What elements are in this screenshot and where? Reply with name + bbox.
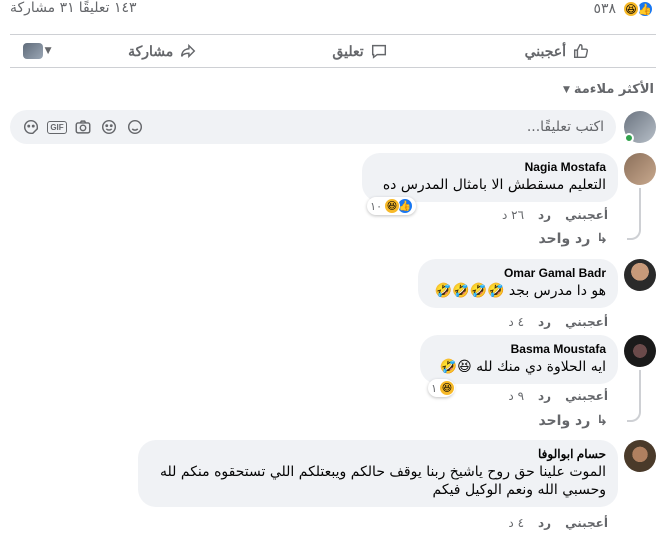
avatar-sticker-icon[interactable]: [126, 118, 144, 136]
commenter-avatar[interactable]: [624, 335, 656, 367]
camera-icon[interactable]: [74, 118, 92, 136]
comment-meta: أعجبني رد ٩ د: [508, 389, 608, 403]
composer-tools: GIF: [22, 118, 144, 136]
haha-reaction-icon: 😆: [439, 380, 455, 396]
comment-input-box[interactable]: GIF: [10, 110, 616, 144]
chevron-down-icon: ▼: [44, 46, 52, 56]
replies-label: رد واحد: [538, 231, 591, 247]
comment-like-link[interactable]: أعجبني: [565, 315, 608, 329]
post-action-bar: أعجبني تعليق مشاركة ▼: [10, 34, 656, 68]
comment-author[interactable]: Omar Gamal Badr: [430, 266, 606, 280]
comment-reply-link[interactable]: رد: [538, 208, 551, 222]
caret-down-icon: ▼: [562, 84, 570, 95]
comment-bubble: Nagia Mostafa التعليم مسقطش الا بامثال ا…: [362, 153, 618, 202]
comment-item: حسام ابوالوفا الموت علينا حق روح ياشيخ ر…: [138, 440, 656, 507]
comment-reaction-count: ١٠: [370, 199, 382, 213]
comment-timestamp[interactable]: ٢٦ د: [502, 208, 524, 222]
comment-timestamp[interactable]: ٤ د: [508, 315, 524, 329]
comments-count[interactable]: ١٤٣ تعليقًا: [79, 0, 137, 16]
comment-reply-link[interactable]: رد: [538, 516, 551, 530]
comment-reply-link[interactable]: رد: [538, 389, 551, 403]
like-label: أعجبني: [524, 42, 567, 59]
comment-author[interactable]: Basma Moustafa: [432, 342, 606, 356]
comment-like-link[interactable]: أعجبني: [565, 516, 608, 530]
comment-bubble: Omar Gamal Badr هو دا مدرس بجد 🤣🤣🤣🤣: [418, 259, 618, 308]
comment-composer: GIF: [10, 110, 656, 144]
comment-timestamp[interactable]: ٤ د: [508, 516, 524, 530]
comment-author[interactable]: Nagia Mostafa: [374, 160, 606, 174]
reply-arrow-icon: ↳: [596, 231, 608, 247]
comment-text: التعليم مسقطش الا بامثال المدرس ده: [382, 177, 606, 193]
comment-text: ايه الحلاوة دي منك لله 😆🤣: [439, 359, 606, 375]
commenter-avatar[interactable]: [624, 259, 656, 291]
comment-item: Nagia Mostafa التعليم مسقطش الا بامثال ا…: [362, 153, 656, 202]
comment-reply-link[interactable]: رد: [538, 315, 551, 329]
gif-icon[interactable]: GIF: [47, 118, 67, 136]
share-arrow-icon: [181, 43, 196, 59]
sort-label: الأكثر ملاءمة: [573, 82, 654, 97]
sticker-icon[interactable]: [22, 118, 40, 136]
comment-meta: أعجبني رد ٤ د: [508, 315, 608, 329]
comment-text: الموت علينا حق روح ياشيخ ربنا يوقف حالكم…: [160, 464, 606, 480]
engagement-counts: ١٤٣ تعليقًا ٣١ مشاركة: [10, 0, 137, 16]
view-replies-link[interactable]: ↳ رد واحد: [538, 231, 608, 247]
comment-button[interactable]: تعليق: [261, 42, 458, 60]
haha-reaction-icon: 😆: [384, 198, 400, 214]
commenter-avatar[interactable]: [624, 153, 656, 185]
replies-label: رد واحد: [538, 413, 591, 429]
comment-reactions[interactable]: 👍 😆 ١٠: [367, 197, 416, 215]
comment-like-link[interactable]: أعجبني: [565, 208, 608, 222]
comment-reactions[interactable]: 😆 ١: [428, 379, 455, 397]
comment-meta: أعجبني رد ٢٦ د: [502, 208, 608, 222]
page-avatar: [22, 43, 43, 59]
emoji-icon[interactable]: [100, 118, 118, 136]
current-user-avatar[interactable]: [624, 111, 656, 143]
comment-reaction-count: ١: [431, 381, 437, 395]
share-as-selector[interactable]: ▼: [10, 43, 64, 59]
comment-bubble-icon: [371, 44, 386, 59]
reply-arrow-icon: ↳: [596, 413, 608, 429]
comment-meta: أعجبني رد ٤ د: [508, 516, 608, 530]
comment-item: Omar Gamal Badr هو دا مدرس بجد 🤣🤣🤣🤣: [418, 259, 656, 308]
share-label: مشاركة: [128, 42, 174, 59]
thumbs-up-icon: [574, 43, 589, 59]
commenter-avatar[interactable]: [624, 440, 656, 472]
like-button[interactable]: أعجبني: [459, 42, 656, 60]
comment-input[interactable]: [144, 119, 604, 135]
post-stats: 👍 😆 ٥٣٨ ١٤٣ تعليقًا ٣١ مشاركة: [0, 0, 666, 22]
online-status-dot: [624, 133, 634, 143]
reactions-summary[interactable]: 👍 😆 ٥٣٨: [593, 0, 654, 18]
comment-bubble: Basma Moustafa ايه الحلاوة دي منك لله 😆🤣: [420, 335, 618, 384]
share-button[interactable]: مشاركة: [64, 42, 261, 60]
shares-count[interactable]: ٣١ مشاركة: [10, 0, 75, 16]
comment-label: تعليق: [332, 42, 364, 59]
comment-like-link[interactable]: أعجبني: [565, 389, 608, 403]
view-replies-link[interactable]: ↳ رد واحد: [538, 413, 608, 429]
haha-reaction-icon: 😆: [622, 0, 640, 18]
reaction-count[interactable]: ٥٣٨: [593, 1, 616, 17]
comment-text: هو دا مدرس بجد 🤣🤣🤣🤣: [434, 283, 606, 299]
comment-bubble: حسام ابوالوفا الموت علينا حق روح ياشيخ ر…: [138, 440, 618, 507]
comment-sort-selector[interactable]: الأكثر ملاءمة ▼: [12, 82, 654, 97]
comment-text: وحسبي الله ونعم الوكيل فيكم: [432, 482, 606, 498]
comment-timestamp[interactable]: ٩ د: [508, 389, 524, 403]
comment-author[interactable]: حسام ابوالوفا: [150, 447, 606, 461]
comment-item: Basma Moustafa ايه الحلاوة دي منك لله 😆🤣: [420, 335, 656, 384]
